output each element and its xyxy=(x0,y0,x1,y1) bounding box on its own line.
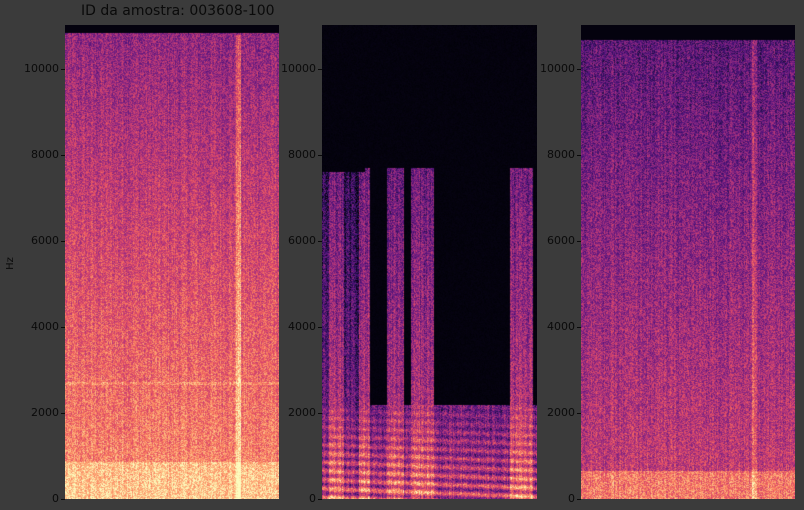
panel-3-ytick-label: 2000 xyxy=(547,406,575,419)
panel-1-ytick-label: 0 xyxy=(52,492,59,505)
spectrogram-3-canvas xyxy=(581,25,795,499)
panel-1-ytick-mark xyxy=(61,499,65,500)
spectrogram-1-canvas xyxy=(65,25,279,499)
panel-2-ytick-label: 4000 xyxy=(288,320,316,334)
panel-1-ytick-mark xyxy=(61,155,65,157)
panel-3-ytick-label: 8000 xyxy=(547,148,575,162)
panel-1-ytick-label: 10000 xyxy=(24,62,59,76)
panel-1-ytick-mark xyxy=(61,241,65,243)
panel-3-ytick-label: 6000 xyxy=(547,234,575,248)
figure-title: ID da amostra: 003608-100 xyxy=(81,3,275,19)
panel-2-ytick-label: 10000 xyxy=(281,62,316,76)
panel-2-ytick-label: 6000 xyxy=(288,234,316,248)
panel-3-ytick-mark xyxy=(577,155,581,157)
panel-3-ytick-label: 0 xyxy=(568,492,575,505)
panel-3-ytick-label: 10000 xyxy=(540,62,575,76)
panel-2-ytick-mark xyxy=(318,69,322,71)
panel-2-ytick-label: 0 xyxy=(309,492,316,505)
panel-3-ytick-mark xyxy=(577,327,581,329)
panel-2-ytick-mark xyxy=(318,155,322,157)
panel-3-ytick-mark xyxy=(577,499,581,500)
panel-1-ytick-label: 2000 xyxy=(31,406,59,419)
panel-2-ytick-mark xyxy=(318,413,322,414)
spectrogram-panel-3 xyxy=(581,25,795,499)
panel-3-ytick-mark xyxy=(577,241,581,243)
panel-3-ytick-label: 4000 xyxy=(547,320,575,334)
panel-1-ytick-mark xyxy=(61,413,65,414)
panel-3-ytick-mark xyxy=(577,413,581,414)
panel-1-ylabel: Hz xyxy=(4,257,16,270)
panel-2-ytick-mark xyxy=(318,499,322,500)
spectrogram-panel-1 xyxy=(65,25,279,499)
panel-3-ytick-mark xyxy=(577,69,581,71)
panel-2-ytick-label: 2000 xyxy=(288,406,316,419)
panel-2-ytick-mark xyxy=(318,241,322,243)
figure: ID da amostra: 003608-100 Hz Hz 02000400… xyxy=(0,0,804,510)
spectrogram-panel-2 xyxy=(322,25,537,499)
panel-1-ytick-label: 6000 xyxy=(31,234,59,248)
panel-1-ytick-label: 8000 xyxy=(31,148,59,162)
panel-1-ytick-mark xyxy=(61,327,65,329)
panel-1-ytick-label: 4000 xyxy=(31,320,59,334)
panel-1-ytick-mark xyxy=(61,69,65,71)
panel-2-ytick-mark xyxy=(318,327,322,329)
spectrogram-2-canvas xyxy=(322,25,537,499)
panel-2-ytick-label: 8000 xyxy=(288,148,316,162)
